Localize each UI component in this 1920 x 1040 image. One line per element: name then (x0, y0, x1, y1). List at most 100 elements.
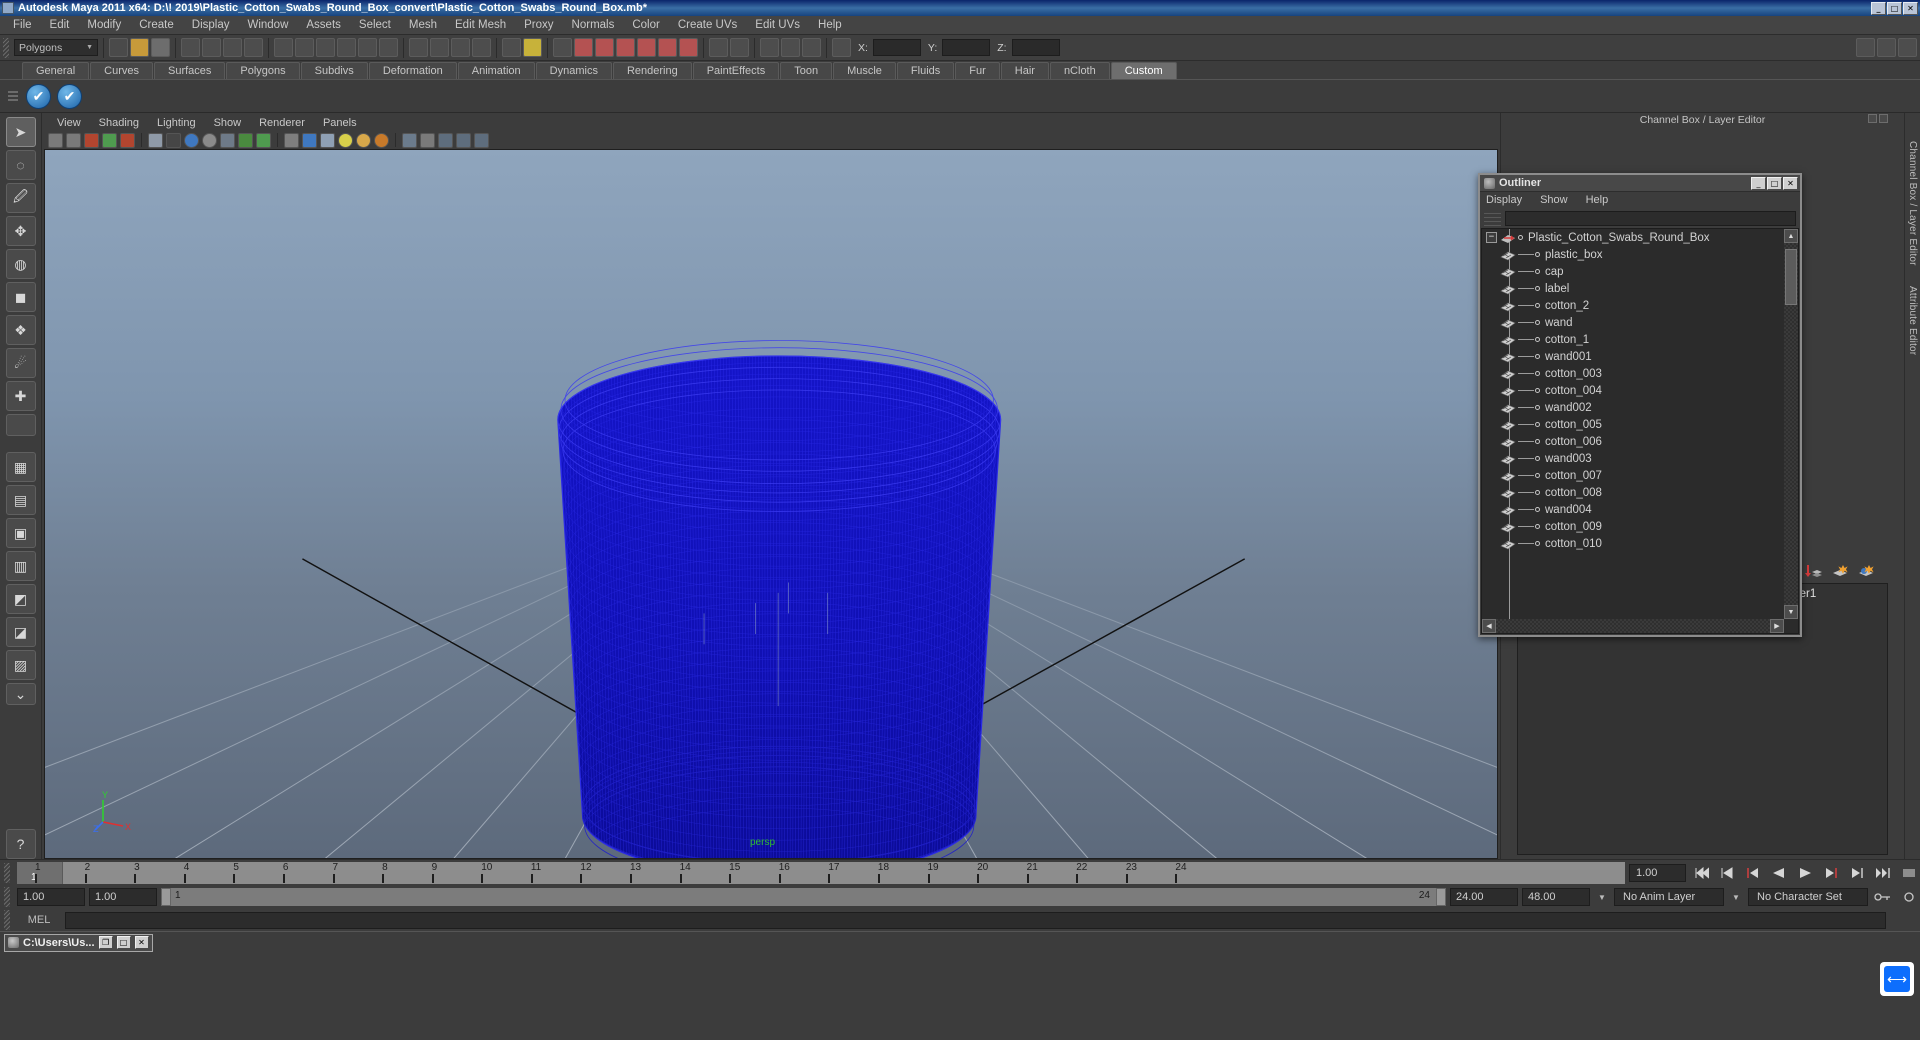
bookmark-icon[interactable] (84, 132, 99, 148)
layout-persp-outliner[interactable]: ▥ (5, 551, 36, 581)
shelf-tab-general[interactable]: General (22, 62, 90, 79)
attribute-editor-toggle-icon[interactable] (802, 38, 821, 57)
layout-single-pane[interactable]: ▦ (5, 452, 36, 482)
hardware-texturing-icon[interactable] (338, 132, 353, 148)
outliner-filter-icon[interactable] (1484, 210, 1501, 226)
outliner-scroll-down-button[interactable]: ▼ (1784, 605, 1798, 619)
close-button[interactable]: ✕ (1903, 1, 1918, 15)
shelf-tab-fluids[interactable]: Fluids (896, 62, 955, 79)
shelf-tab-surfaces[interactable]: Surfaces (153, 62, 226, 79)
character-set-chevron-icon[interactable]: ▼ (1728, 888, 1744, 906)
show-channel-box-icon[interactable] (1856, 38, 1875, 57)
outliner-scroll-up-button[interactable]: ▲ (1784, 229, 1798, 243)
channel-box-close-icon[interactable] (1879, 114, 1888, 123)
component-mask-faces-icon[interactable] (316, 38, 335, 57)
universal-manipulator-tool[interactable]: ❖ (5, 315, 36, 345)
share-viewport-icon[interactable] (474, 132, 489, 148)
x-ray-icon[interactable] (220, 132, 235, 148)
select-camera-icon[interactable] (48, 132, 63, 148)
outliner-item-row[interactable]: label (1482, 280, 1784, 297)
character-set-selector[interactable]: No Character Set (1748, 888, 1868, 906)
outliner-menu-help[interactable]: Help (1586, 194, 1618, 206)
outliner-item-row[interactable]: cotton_006 (1482, 433, 1784, 450)
axis-y-field[interactable] (942, 39, 991, 56)
shelf-tab-ncloth[interactable]: nCloth (1049, 62, 1110, 79)
time-slider[interactable]: 1 1 2 3 4 5 6 7 8 9 10 11 12 13 14 15 16 17 18 19 20 21 22 23 2… (17, 861, 1625, 884)
paint-select-tool[interactable]: 🖉 (5, 183, 36, 213)
step-forward-frame-button[interactable] (1820, 863, 1842, 883)
outliner-menu-show[interactable]: Show (1540, 194, 1577, 206)
help-line-icon[interactable]: ? (5, 829, 36, 859)
image-plane-icon[interactable] (102, 132, 117, 148)
anim-end-field[interactable]: 24.00 (1450, 888, 1518, 906)
render-view-icon[interactable] (637, 38, 656, 57)
snap-curve-icon[interactable] (430, 38, 449, 57)
component-mask-points-icon[interactable] (274, 38, 293, 57)
range-slider[interactable]: 1 24 (161, 888, 1446, 906)
outliner-window[interactable]: Outliner _ □ ✕ Display Show Help − Plast… (1478, 173, 1802, 637)
shaded-cube-icon[interactable] (302, 132, 317, 148)
bounding-box-icon[interactable] (284, 132, 299, 148)
layout-four-pane[interactable]: ▣ (5, 518, 36, 548)
snap-view-plane-icon[interactable] (472, 38, 491, 57)
outliner-item-row[interactable]: wand001 (1482, 348, 1784, 365)
lights-icon[interactable] (356, 132, 371, 148)
layout-two-pane[interactable]: ▤ (5, 485, 36, 515)
shelf-tab-polygons[interactable]: Polygons (226, 62, 300, 79)
outliner-item-row[interactable]: plastic_box (1482, 246, 1784, 263)
outliner-item-row[interactable]: cotton_005 (1482, 416, 1784, 433)
rotate-tool[interactable]: ◍ (5, 249, 36, 279)
current-time-field[interactable]: 1.00 (1629, 863, 1686, 882)
anim-layer-chevron-icon[interactable]: ▼ (1594, 888, 1610, 906)
play-backwards-button[interactable] (1768, 863, 1790, 883)
flat-shade-icon[interactable] (202, 132, 217, 148)
sidebar-toggle-icon[interactable] (730, 38, 749, 57)
outliner-menu-display[interactable]: Display (1486, 194, 1531, 206)
axis-x-field[interactable] (872, 39, 921, 56)
outliner-scroll-left-button[interactable]: ◀ (1482, 619, 1496, 633)
open-scene-icon[interactable] (130, 38, 149, 57)
animation-preferences-button[interactable] (1898, 863, 1920, 883)
wireframe-shading-icon[interactable] (148, 132, 163, 148)
outliner-item-row[interactable]: wand002 (1482, 399, 1784, 416)
playback-start-field[interactable]: 1.00 (89, 888, 157, 906)
create-empty-layer-icon[interactable] (1831, 563, 1848, 578)
outliner-item-row[interactable]: cotton_010 (1482, 535, 1784, 552)
menu-item-help[interactable]: Help (809, 17, 851, 33)
menu-item-color[interactable]: Color (623, 17, 668, 33)
outliner-expand-toggle[interactable]: − (1486, 232, 1497, 243)
wireframe-mesh-cylinder[interactable] (45, 150, 1497, 859)
isolate-select-icon[interactable] (402, 132, 417, 148)
outliner-minimize-button[interactable]: _ (1751, 176, 1766, 190)
last-tool-used[interactable] (5, 414, 36, 436)
menu-item-proxy[interactable]: Proxy (515, 17, 562, 33)
playback-end-field[interactable]: 48.00 (1522, 888, 1590, 906)
outliner-item-row[interactable]: wand003 (1482, 450, 1784, 467)
shelf-tab-subdivs[interactable]: Subdivs (300, 62, 368, 79)
layout-graph-editor[interactable]: ◩ (5, 584, 36, 614)
show-layer-editor-icon[interactable] (1877, 38, 1896, 57)
shelf-tab-fur[interactable]: Fur (955, 62, 1000, 79)
render-current-frame-icon[interactable] (553, 38, 572, 57)
two-d-pan-zoom-icon[interactable] (120, 132, 135, 148)
soft-modification-tool[interactable]: ☄ (5, 348, 36, 378)
layout-render-view[interactable]: ▨ (5, 650, 36, 680)
grid-toggle-icon[interactable] (420, 132, 435, 148)
shelf-button-check-blue-1[interactable]: ✔ (26, 83, 51, 109)
go-to-end-button[interactable] (1872, 863, 1894, 883)
shelf-tab-toon[interactable]: Toon (780, 62, 833, 79)
viewport-menu-renderer[interactable]: Renderer (250, 117, 314, 129)
smooth-shade-all-icon[interactable] (166, 132, 181, 148)
outliner-item-row[interactable]: cotton_004 (1482, 382, 1784, 399)
show-manipulator-tool[interactable]: ✚ (5, 381, 36, 411)
layout-hypershade[interactable]: ◪ (5, 617, 36, 647)
select-by-hierarchy-icon[interactable] (202, 38, 221, 57)
viewport-menu-shading[interactable]: Shading (90, 117, 148, 129)
render-globals-icon[interactable] (679, 38, 698, 57)
outliner-scroll-right-button[interactable]: ▶ (1770, 619, 1784, 633)
step-back-frame-button[interactable] (1742, 863, 1764, 883)
taskbar-item[interactable]: C:\Users\Us... ❐ □ ✕ (4, 933, 153, 952)
show-attribute-editor-icon[interactable] (1898, 38, 1917, 57)
menu-item-edit-mesh[interactable]: Edit Mesh (446, 17, 515, 33)
shelf-tab-custom[interactable]: Custom (1110, 62, 1177, 79)
